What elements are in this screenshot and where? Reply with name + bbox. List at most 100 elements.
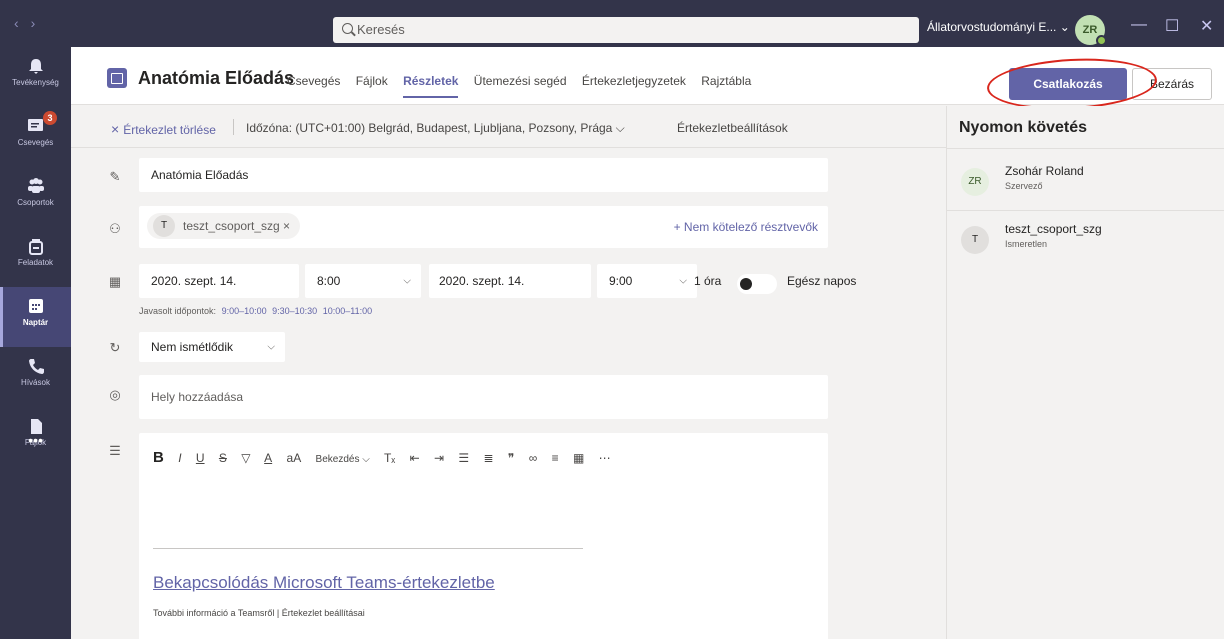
bullet-list-button[interactable]: ☰	[458, 451, 469, 465]
nav-arrows[interactable]: ‹›	[14, 15, 47, 31]
timezone-dropdown[interactable]: Időzóna: (UTC+01:00) Belgrád, Budapest, …	[246, 121, 625, 136]
end-date-field[interactable]: 2020. szept. 14.	[429, 264, 591, 298]
avatar-initials: ZR	[1082, 24, 1098, 36]
participant-avatar: ZR	[961, 168, 989, 196]
more-apps-button[interactable]: •••	[0, 432, 71, 492]
align-button[interactable]: ≡	[552, 451, 559, 465]
attendee-avatar: T	[153, 214, 175, 237]
delete-meeting-label: Értekezlet törlése	[123, 123, 216, 137]
divider	[947, 210, 1224, 211]
tab-scheduling-assistant[interactable]: Ütemezési segéd	[474, 74, 567, 88]
participant-item[interactable]: ZR Zsohár Roland Szervező	[961, 164, 1221, 204]
search-input[interactable]: Keresés	[333, 17, 919, 43]
suggested-time-option[interactable]: 9:30–10:30	[272, 306, 317, 316]
meeting-info-links[interactable]: További információ a Teamsről | Értekezl…	[153, 608, 365, 618]
underline-button[interactable]: U	[196, 451, 205, 465]
title-bar: ‹› Keresés Állatorvostudományi E... ⌄ ZR…	[0, 0, 1224, 47]
link-button[interactable]: ∞	[529, 451, 538, 465]
title-field[interactable]: Anatómia Előadás	[139, 158, 828, 192]
avatar[interactable]: ZR	[1075, 15, 1107, 46]
all-day-toggle[interactable]	[737, 274, 777, 294]
end-time-value: 9:00	[609, 274, 633, 288]
bell-icon	[26, 57, 46, 75]
bold-button[interactable]: B	[153, 449, 164, 466]
close-icon: ×	[111, 121, 120, 137]
suggested-time-option[interactable]: 9:00–10:00	[222, 306, 267, 316]
suggested-times: Javasolt időpontok: 9:00–10:00 9:30–10:3…	[139, 306, 372, 316]
org-switcher[interactable]: Állatorvostudományi E... ⌄	[927, 20, 1070, 34]
search-icon	[342, 23, 353, 34]
delete-meeting-button[interactable]: × Értekezlet törlése	[111, 121, 216, 137]
join-button[interactable]: Csatlakozás	[1009, 68, 1127, 100]
numbered-list-button[interactable]: ≣	[484, 451, 494, 465]
rail-item-teams[interactable]: Csoportok	[0, 167, 71, 227]
close-button[interactable]: Bezárás	[1132, 68, 1212, 100]
start-time-value: 8:00	[317, 274, 341, 288]
quote-button[interactable]: ❞	[508, 451, 514, 465]
attendee-name: teszt_csoport_szg ×	[183, 219, 291, 233]
end-time-select[interactable]: 9:00 ⌵	[597, 264, 697, 298]
tab-meeting-notes[interactable]: Értekezletjegyzetek	[582, 74, 686, 88]
start-date-value: 2020. szept. 14.	[151, 274, 237, 288]
tab-chat[interactable]: Csevegés	[287, 74, 340, 88]
title-value: Anatómia Előadás	[151, 168, 249, 182]
divider	[153, 548, 583, 549]
add-people-icon: ⚇	[109, 221, 121, 236]
tab-whiteboard[interactable]: Rajztábla	[701, 74, 751, 88]
rail-item-calendar[interactable]: Naptár	[0, 287, 71, 347]
start-time-select[interactable]: 8:00 ⌵	[305, 264, 421, 298]
optional-attendees-link[interactable]: + Nem kötelező résztvevők	[674, 220, 818, 234]
end-date-value: 2020. szept. 14.	[439, 274, 525, 288]
location-icon: ◎	[109, 387, 121, 402]
chevron-down-icon: ⌵	[403, 275, 411, 287]
italic-button[interactable]: I	[178, 451, 181, 465]
attendees-field[interactable]: Tteszt_csoport_szg × + Nem kötelező rész…	[139, 206, 828, 248]
meeting-toolbar: × Értekezlet törlése Időzóna: (UTC+01:00)…	[71, 106, 946, 148]
location-field[interactable]: Hely hozzáadása	[139, 375, 828, 419]
teams-join-link[interactable]: Bekapcsolódás Microsoft Teams-értekezlet…	[153, 573, 495, 593]
repeat-select[interactable]: Nem ismétlődik ⌵	[139, 332, 285, 362]
maximize-icon[interactable]: ☐	[1165, 16, 1179, 36]
rail-label: Csevegés	[17, 138, 54, 147]
rail-item-chat[interactable]: Csevegés 3	[0, 107, 71, 167]
rail-item-assignments[interactable]: Feladatok	[0, 227, 71, 287]
description-icon: ☰	[109, 443, 121, 458]
rail-item-calls[interactable]: Hívások	[0, 347, 71, 407]
outdent-button[interactable]: ⇤	[410, 451, 420, 465]
table-button[interactable]: ▦	[573, 451, 584, 465]
meeting-settings-link[interactable]: Értekezletbeállítások	[677, 121, 788, 135]
strikethrough-button[interactable]: S	[219, 451, 227, 465]
start-date-field[interactable]: 2020. szept. 14.	[139, 264, 299, 298]
editor-toolbar: B I U S ▽ A aA Bekezdés ⌵ Tₓ ⇤ ⇥ ☰ ≣ ❞ ∞…	[153, 449, 622, 466]
tab-files[interactable]: Fájlok	[356, 74, 388, 88]
phone-icon	[26, 357, 46, 375]
clear-format-button[interactable]: Tₓ	[384, 451, 395, 465]
minimize-icon[interactable]: —	[1131, 16, 1147, 34]
meeting-header: Anatómia Előadás Csevegés Fájlok Részlet…	[71, 47, 1224, 114]
repeat-icon: ↻	[109, 340, 121, 355]
tracking-panel: Nyomon követés ZR Zsohár Roland Szervező…	[946, 106, 1224, 639]
paragraph-dropdown[interactable]: Bekezdés ⌵	[316, 454, 370, 465]
rail-item-activity[interactable]: Tevékenység	[0, 47, 71, 107]
font-size-button[interactable]: aA	[287, 451, 302, 465]
indent-button[interactable]: ⇥	[434, 451, 444, 465]
tab-details[interactable]: Részletek	[403, 74, 458, 88]
suggested-time-option[interactable]: 10:00–11:00	[323, 306, 372, 316]
chevron-down-icon: ⌵	[679, 275, 687, 287]
rail-label: Naptár	[22, 318, 49, 327]
attendee-chip[interactable]: Tteszt_csoport_szg ×	[147, 213, 301, 239]
close-window-icon[interactable]: ✕	[1200, 16, 1213, 36]
participant-role: Szervező	[1005, 181, 1043, 191]
repeat-value: Nem ismétlődik	[151, 340, 234, 354]
font-color-button[interactable]: A	[264, 451, 272, 465]
tracking-title: Nyomon követés	[959, 119, 1088, 136]
highlight-button[interactable]: ▽	[241, 451, 250, 465]
description-editor[interactable]: B I U S ▽ A aA Bekezdés ⌵ Tₓ ⇤ ⇥ ☰ ≣ ❞ ∞…	[139, 433, 828, 639]
participant-name: Zsohár Roland	[1005, 164, 1084, 178]
bag-icon	[26, 237, 46, 255]
pencil-icon: ✎	[109, 169, 121, 184]
more-options-button[interactable]: ⋯	[599, 451, 611, 465]
rail-label: Feladatok	[17, 258, 54, 267]
duration-label: 1 óra	[694, 274, 722, 288]
participant-item[interactable]: T teszt_csoport_szg Ismeretlen	[961, 222, 1221, 262]
